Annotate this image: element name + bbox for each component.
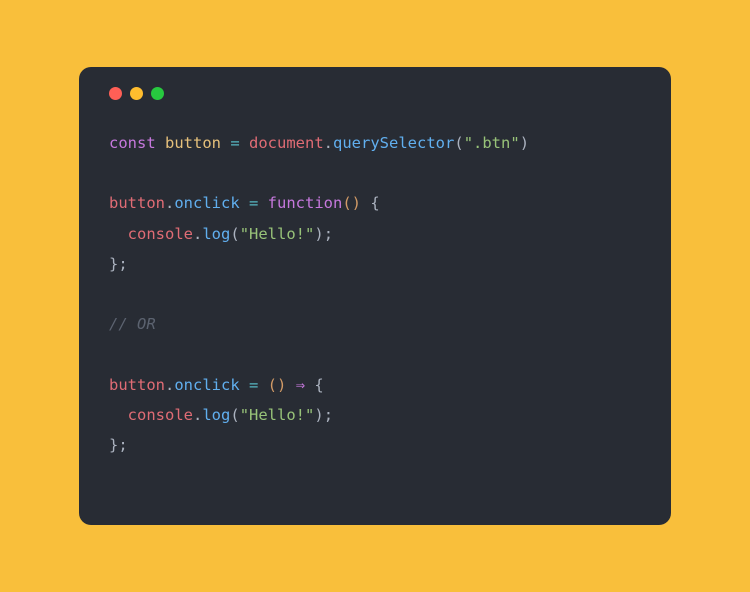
property-onclick: onclick — [174, 194, 239, 212]
object-console: console — [128, 406, 193, 424]
operator-eq: = — [240, 194, 268, 212]
object-console: console — [128, 225, 193, 243]
code-block: const button = document.querySelector(".… — [109, 128, 641, 460]
punct-semi: ; — [118, 436, 127, 454]
code-line: button.onclick = function() { — [109, 194, 380, 212]
punct-lparen: ( — [454, 134, 463, 152]
punct-lparen: ( — [230, 225, 239, 243]
code-line: }; — [109, 255, 128, 273]
operator-eq: = — [221, 134, 249, 152]
comment-or: // OR — [109, 315, 156, 333]
method-querySelector: querySelector — [333, 134, 454, 152]
punct-lbrace: { — [370, 194, 379, 212]
punct-rparen: ) — [314, 406, 323, 424]
operator-eq: = — [240, 376, 268, 394]
string-btn: ".btn" — [464, 134, 520, 152]
property-onclick: onclick — [174, 376, 239, 394]
keyword-const: const — [109, 134, 156, 152]
punct-lparen: ( — [230, 406, 239, 424]
window-titlebar — [109, 87, 641, 100]
punct-semi: ; — [118, 255, 127, 273]
editor-window: const button = document.querySelector(".… — [79, 67, 671, 525]
close-icon[interactable] — [109, 87, 122, 100]
code-line: console.log("Hello!"); — [109, 225, 333, 243]
punct-rbrace: } — [109, 436, 118, 454]
code-line: const button = document.querySelector(".… — [109, 134, 529, 152]
object-button: button — [109, 376, 165, 394]
keyword-function: function — [268, 194, 343, 212]
code-line: console.log("Hello!"); — [109, 406, 333, 424]
arrow-icon: ⇒ — [296, 376, 305, 394]
punct-semi: ; — [324, 225, 333, 243]
object-button: button — [109, 194, 165, 212]
punct-rparen: ) — [277, 376, 286, 394]
string-hello: "Hello!" — [240, 225, 315, 243]
punct-lparen: ( — [268, 376, 277, 394]
punct-rbrace: } — [109, 255, 118, 273]
punct-semi: ; — [324, 406, 333, 424]
code-line: }; — [109, 436, 128, 454]
variable-button: button — [165, 134, 221, 152]
maximize-icon[interactable] — [151, 87, 164, 100]
punct-lbrace: { — [314, 376, 323, 394]
method-log: log — [202, 225, 230, 243]
punct-parens: () — [342, 194, 361, 212]
code-line: button.onclick = () ⇒ { — [109, 376, 324, 394]
punct-dot: . — [165, 376, 174, 394]
punct-rparen: ) — [520, 134, 529, 152]
punct-dot: . — [324, 134, 333, 152]
string-hello: "Hello!" — [240, 406, 315, 424]
punct-dot: . — [193, 225, 202, 243]
object-document: document — [249, 134, 324, 152]
punct-rparen: ) — [314, 225, 323, 243]
punct-dot: . — [165, 194, 174, 212]
minimize-icon[interactable] — [130, 87, 143, 100]
punct-dot: . — [193, 406, 202, 424]
method-log: log — [202, 406, 230, 424]
code-line: // OR — [109, 315, 156, 333]
